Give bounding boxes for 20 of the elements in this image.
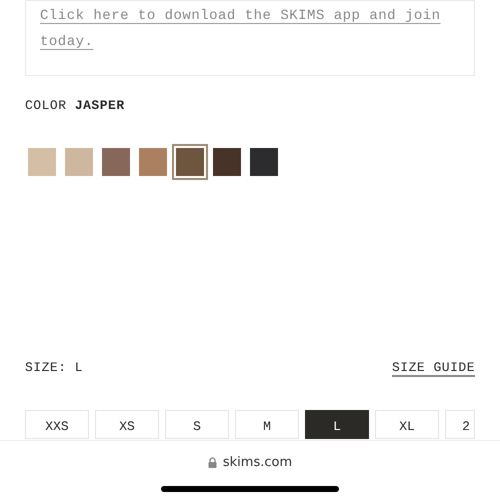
size-option[interactable]: XS xyxy=(95,410,159,439)
color-label: COLOR xyxy=(25,98,67,113)
size-guide-link[interactable]: SIZE GUIDE xyxy=(392,358,475,377)
size-option[interactable]: 2 xyxy=(445,410,475,439)
size-label: SIZE: L xyxy=(25,358,84,376)
size-option[interactable]: XL xyxy=(375,410,439,439)
size-option[interactable]: XXS xyxy=(25,410,89,439)
color-swatch[interactable] xyxy=(65,148,93,176)
url-text[interactable]: skims.com xyxy=(222,453,292,472)
lock-icon xyxy=(208,457,217,468)
color-swatch[interactable] xyxy=(139,148,167,176)
size-option[interactable]: S xyxy=(165,410,229,439)
color-swatch[interactable] xyxy=(213,148,241,176)
color-swatch[interactable] xyxy=(28,148,56,176)
size-option[interactable]: L xyxy=(305,410,369,439)
size-option[interactable]: M xyxy=(235,410,299,439)
color-swatch[interactable] xyxy=(102,148,130,176)
color-swatch[interactable] xyxy=(250,148,278,176)
color-value: JASPER xyxy=(74,98,125,113)
color-swatch[interactable] xyxy=(172,144,208,180)
